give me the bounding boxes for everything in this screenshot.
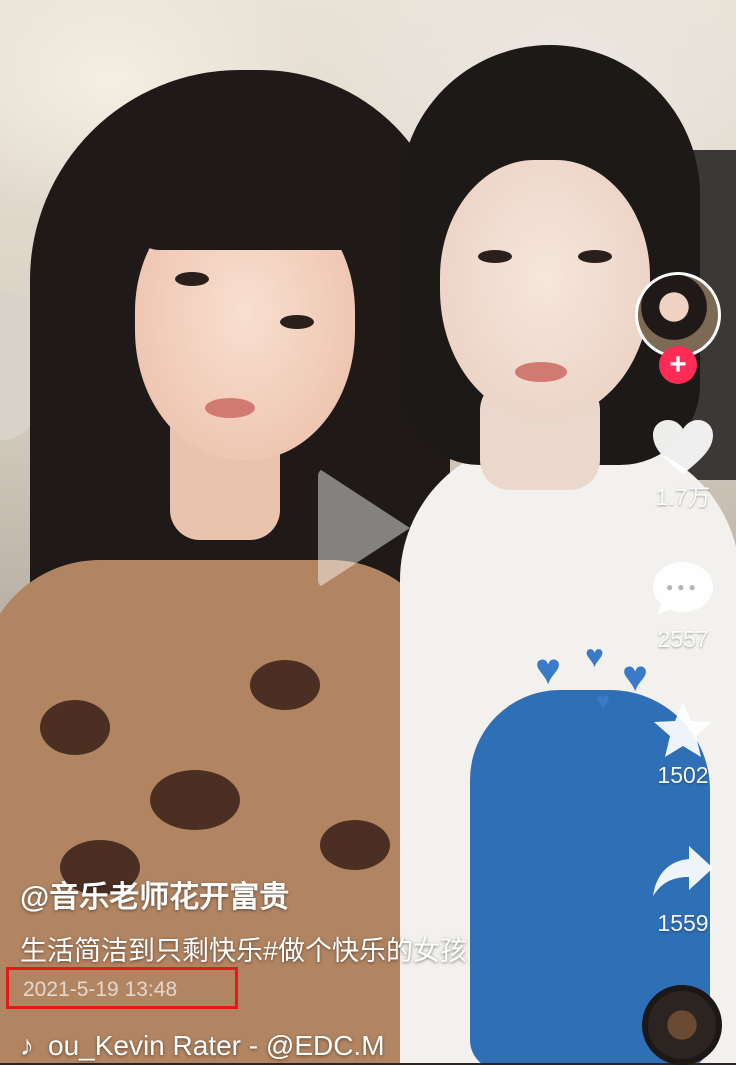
sweater-pattern (40, 700, 110, 755)
play-icon[interactable] (318, 468, 410, 588)
left-person-eye (280, 315, 314, 329)
left-person-eye (175, 272, 209, 286)
music-title: ou_Kevin Rater - @EDC.M (48, 1030, 385, 1061)
favorite-count: 1502 (657, 762, 709, 788)
like-button[interactable]: 1.7万 (630, 418, 736, 512)
comment-button[interactable]: ●●● 2557 (630, 562, 736, 653)
share-count: 1559 (657, 910, 709, 936)
publish-date: 2021-5-19 13:48 (6, 967, 238, 1009)
like-count: 1.7万 (655, 484, 711, 510)
left-person-lips (205, 398, 255, 418)
comment-icon: ●●● (653, 562, 713, 612)
comment-count: 2557 (657, 626, 709, 652)
favorite-button[interactable]: 1502 (630, 700, 736, 789)
right-person-lips (515, 362, 567, 382)
music-ticker[interactable]: ♪ ou_Kevin Rater - @EDC.M (20, 1030, 385, 1062)
tshirt-heart: ♥ (596, 688, 611, 715)
music-disc-icon[interactable] (642, 985, 722, 1065)
action-rail: + 1.7万 ●●● 2557 1502 1559 (630, 0, 736, 1065)
share-icon (653, 846, 713, 896)
right-person-eye (578, 250, 612, 263)
tshirt-heart: ♥ (585, 638, 604, 674)
follow-button[interactable]: + (659, 346, 697, 384)
share-button[interactable]: 1559 (630, 844, 736, 937)
music-note-icon: ♪ (20, 1030, 34, 1061)
left-person-bangs (130, 130, 370, 250)
sweater-pattern (320, 820, 390, 870)
sweater-pattern (150, 770, 240, 830)
star-icon (654, 702, 712, 757)
video-description[interactable]: 生活简洁到只剩快乐#做个快乐的女孩 (20, 929, 467, 968)
right-person-eye (478, 250, 512, 263)
sweater-pattern (250, 660, 320, 710)
heart-icon (653, 420, 713, 474)
tshirt-heart: ♥ (535, 645, 562, 694)
author-handle[interactable]: @音乐老师花开富贵 (20, 872, 289, 916)
